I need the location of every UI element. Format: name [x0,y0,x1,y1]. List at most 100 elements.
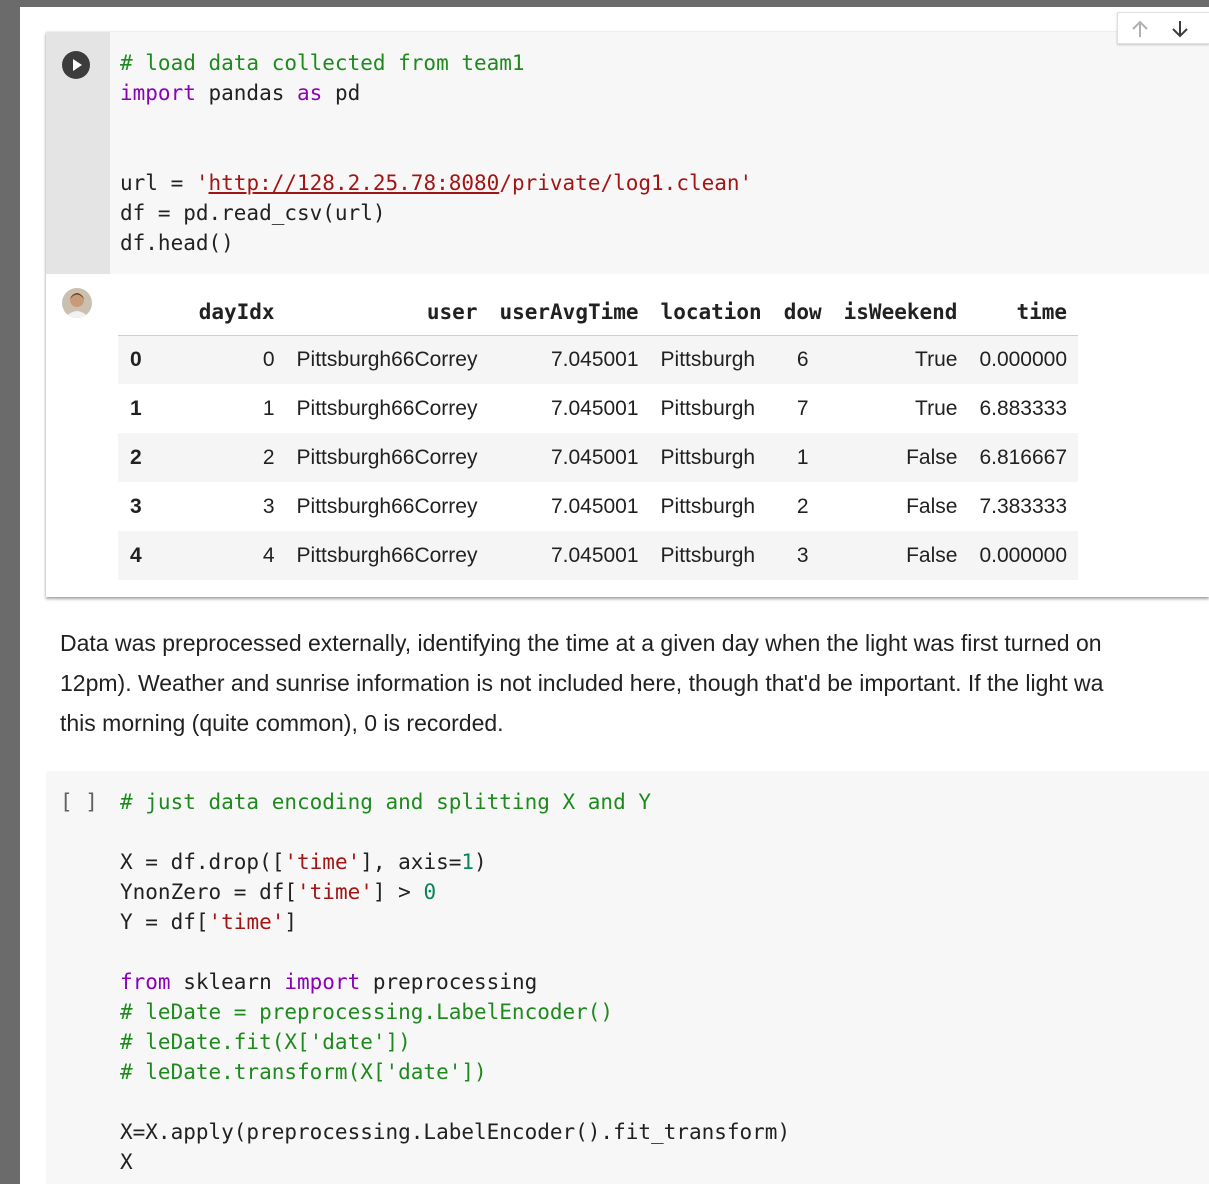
code-keyword: from [120,970,171,994]
window-frame-left [0,0,20,1184]
table-cell: 7.045001 [550,445,639,469]
code-token: pd [322,81,361,105]
code-editor[interactable]: # just data encoding and splitting X and… [120,787,790,1177]
markdown-line: Data was preprocessed externally, identi… [60,630,1102,656]
table-row: 2 2 Pittsburgh66Correy 7.045001 Pittsbur… [118,433,1079,482]
code-comment: # leDate.fit(X['date']) [120,1030,411,1054]
table-cell: True [915,396,958,420]
table-row: 4 4 Pittsburgh66Correy 7.045001 Pittsbur… [118,531,1079,580]
table-cell: 7.045001 [550,543,639,567]
code-text: # load data collected from team1 import … [120,48,752,258]
table-cell: Pittsburgh66Correy [296,347,478,371]
code-token: pandas [195,81,298,105]
column-header: dow [772,290,833,336]
table-cell: True [915,347,958,371]
table-cell: 7.045001 [550,494,639,518]
code-comment: # leDate.transform(X['date']) [120,1060,487,1084]
index-header [118,290,153,336]
row-index: 1 [130,396,142,420]
arrow-down-icon [1172,21,1188,38]
table-cell: 3 [262,494,275,518]
cell-gutter [46,32,110,274]
table-cell: Pittsburgh66Correy [296,494,478,518]
row-index: 3 [130,494,142,518]
table-cell: 7.045001 [550,396,639,420]
code-token: Y = df[ [120,910,209,934]
table-cell: 4 [262,543,275,567]
code-token: url = [120,171,196,195]
code-string: /private/log1.clean' [499,171,753,195]
move-cell-up-button[interactable] [1128,17,1152,41]
code-line: X=X.apply(preprocessing.LabelEncoder().f… [120,1120,791,1144]
code-string: 'time' [208,910,285,934]
table-cell: 2 [262,445,275,469]
table-cell: Pittsburgh66Correy [296,543,478,567]
table-cell: Pittsburgh [660,347,756,371]
table-cell: False [906,494,958,518]
execution-count-run-button[interactable]: [ ] [60,787,98,817]
code-token: YnonZero = df[ [120,880,298,904]
run-cell-button[interactable] [62,51,90,79]
row-index: 0 [130,347,142,371]
column-header: time [968,290,1079,336]
column-header: isWeekend [832,290,969,336]
code-line: df.head() [120,231,234,255]
cell-toolbar [1117,12,1209,44]
table-cell: Pittsburgh [660,494,756,518]
table-cell: 7.383333 [979,494,1068,518]
table-cell: 1 [796,445,809,469]
column-header: userAvgTime [488,290,650,336]
table-cell: 0 [262,347,275,371]
code-string: 'time' [297,880,373,904]
code-keyword: import [284,970,361,994]
table-header-row: dayIdx user userAvgTime location dow isW… [118,290,1079,336]
table-cell: Pittsburgh [660,396,756,420]
table-row: 1 1 Pittsburgh66Correy 7.045001 Pittsbur… [118,384,1079,433]
code-cell-2[interactable]: [ ] # just data encoding and splitting X… [46,771,1209,1184]
cell-gutter [46,771,110,1184]
table-cell: False [906,445,958,469]
table-cell: Pittsburgh66Correy [296,445,478,469]
code-editor[interactable]: # load data collected from team1 import … [110,32,1209,274]
column-header: user [285,290,489,336]
table-cell: 7 [796,396,809,420]
column-header: dayIdx [152,290,286,336]
play-circle-icon [73,59,82,71]
user-avatar [62,288,92,318]
table-cell: 2 [796,494,809,518]
table-cell: 6 [796,347,809,371]
table-cell: 6.816667 [979,445,1068,469]
code-comment: # leDate = preprocessing.LabelEncoder() [120,1000,614,1024]
code-token: sklearn [170,970,285,994]
code-cell-1[interactable]: # load data collected from team1 import … [46,12,1209,597]
code-token: X = df.drop([ [120,850,285,874]
table-cell: 6.883333 [979,396,1068,420]
dataframe-table: dayIdx user userAvgTime location dow isW… [118,290,1079,580]
column-header: location [649,290,773,336]
code-keyword: as [297,81,323,105]
code-number: 0 [423,880,437,904]
code-keyword: import [120,81,196,105]
arrow-up-icon [1132,20,1148,37]
table-cell: False [906,543,958,567]
markdown-text-cell[interactable]: Data was preprocessed externally, identi… [60,623,1209,743]
table-cell: Pittsburgh [660,445,756,469]
window-frame-top [0,0,1209,7]
table-cell: 7.045001 [550,347,639,371]
code-token: ) [474,850,487,874]
code-line: X [120,1150,133,1174]
table-row: 3 3 Pittsburgh66Correy 7.045001 Pittsbur… [118,482,1079,531]
table-cell: 0.000000 [979,347,1068,371]
table-cell: 1 [262,396,275,420]
markdown-line: this morning (quite common), 0 is record… [60,710,504,736]
table-cell: Pittsburgh66Correy [296,396,478,420]
markdown-line: 12pm). Weather and sunrise information i… [60,670,1104,696]
table-cell: Pittsburgh [660,543,756,567]
row-index: 2 [130,445,142,469]
code-number: 1 [461,850,475,874]
table-cell: 3 [796,543,809,567]
move-cell-down-button[interactable] [1168,17,1192,41]
code-url-link[interactable]: http://128.2.25.78:8080 [209,171,500,195]
table-cell: 0.000000 [979,543,1068,567]
row-index: 4 [130,543,142,567]
